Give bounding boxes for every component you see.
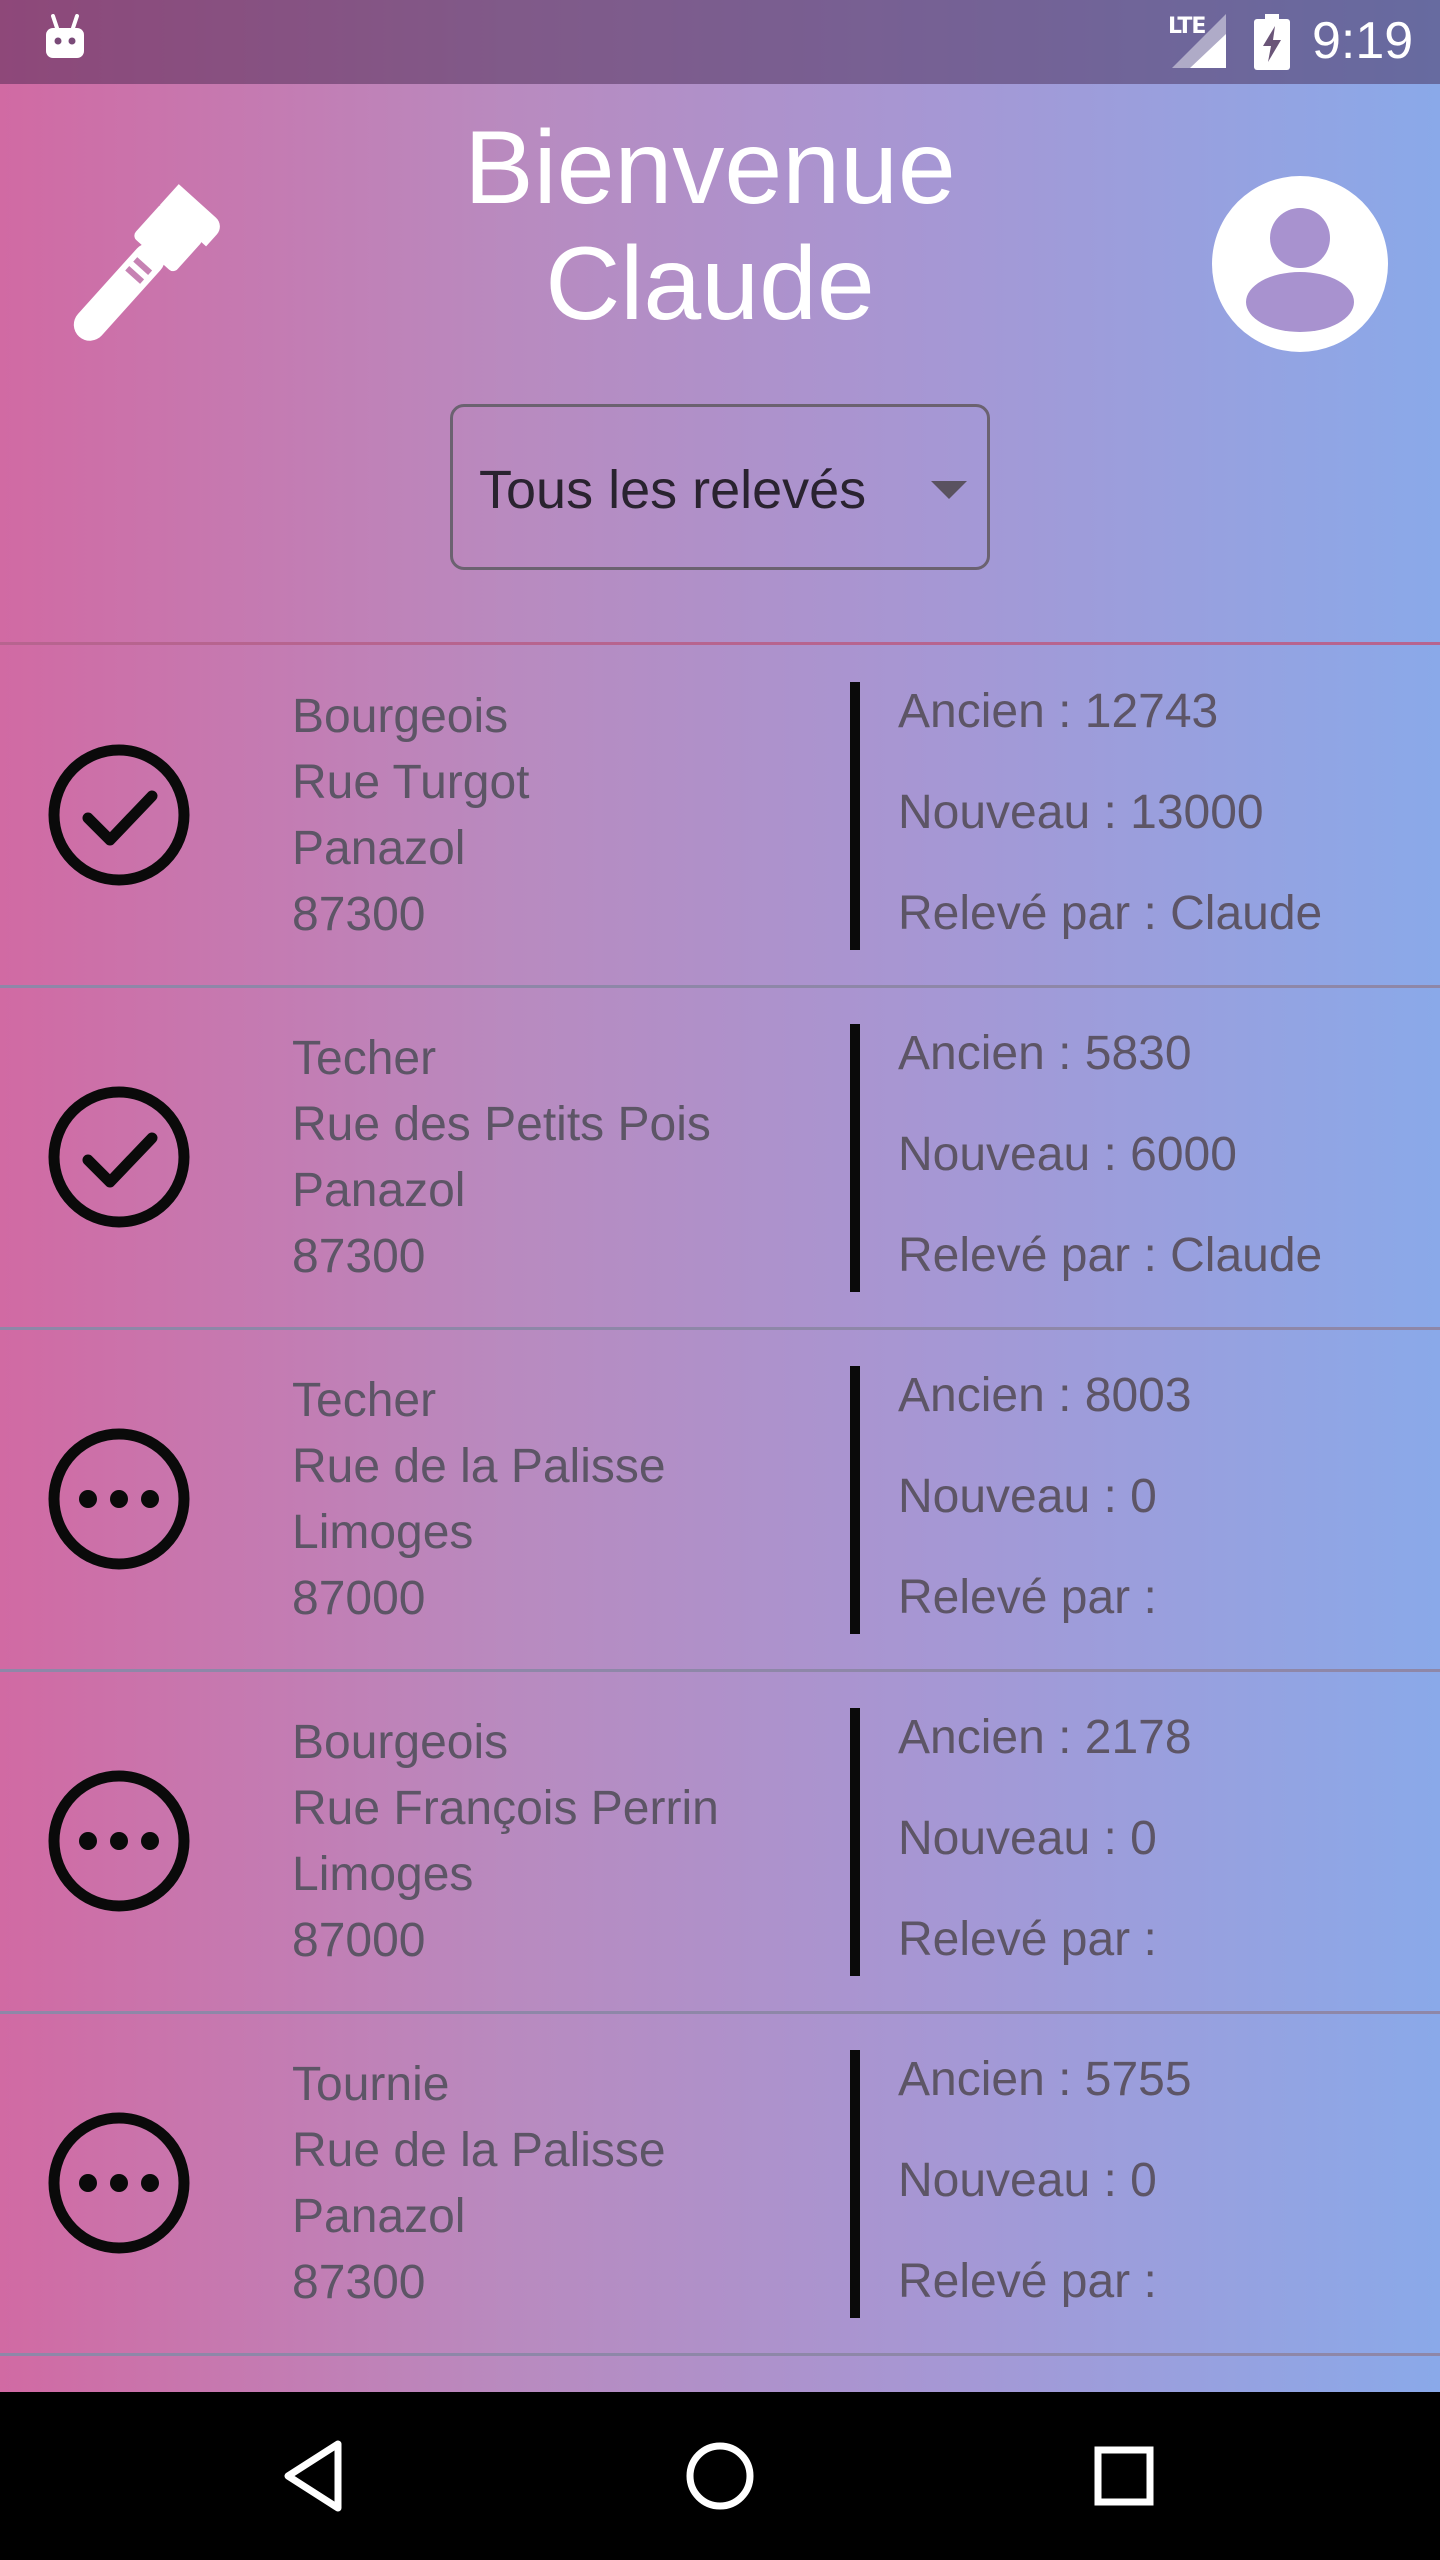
back-button[interactable]: [276, 2436, 356, 2516]
user-name: Claude: [545, 226, 875, 342]
recents-icon: [1094, 2446, 1154, 2506]
street: Rue François Perrin: [292, 1782, 719, 1835]
address-block: Bourgeois Rue Turgot Panazol 87300: [292, 684, 529, 948]
readings-block: Ancien : 12743 Nouveau : 13000 Relevé par …: [898, 682, 1322, 985]
old-reading: Ancien : 2178: [898, 1711, 1192, 1764]
postcode: 87300: [292, 888, 426, 941]
read-by: Relevé par :: [898, 1913, 1157, 1966]
postcode: 87000: [292, 1914, 426, 1967]
profile-button[interactable]: [1210, 174, 1390, 354]
new-reading: Nouveau : 0: [898, 2154, 1157, 2207]
address-block: Tournie Rue de la Palisse Panazol 87300: [292, 2052, 666, 2316]
header-divider: [0, 642, 1440, 645]
reading-row[interactable]: Bourgeois Rue François Perrin Limoges 87000…: [0, 1672, 1440, 2014]
new-reading: Nouveau : 0: [898, 1812, 1157, 1865]
postcode: 87300: [292, 2256, 426, 2309]
battery-charging-icon: [1254, 14, 1290, 70]
client-name: Bourgeois: [292, 1716, 509, 1769]
readings-filter-dropdown[interactable]: Tous les relevés: [450, 404, 990, 570]
readings-block: Ancien : 8003 Nouveau : 0 Relevé par :: [898, 1366, 1192, 1669]
city: Panazol: [292, 1164, 466, 1217]
reading-row-partial[interactable]: [0, 2356, 1440, 2392]
app-screen: LTE 9:19 Bienvenue Claude Tous les relev…: [0, 0, 1440, 2392]
readings-list[interactable]: Bourgeois Rue Turgot Panazol 87300 Ancien : …: [0, 646, 1440, 2392]
reading-row[interactable]: Techer Rue des Petits Pois Panazol 87300 Anc…: [0, 988, 1440, 1330]
street: Rue de la Palisse: [292, 2124, 666, 2177]
more-circle-icon: [48, 2112, 190, 2254]
new-reading: Nouveau : 0: [898, 1470, 1157, 1523]
old-reading: Ancien : 8003: [898, 1369, 1192, 1422]
wrench-icon: [73, 184, 220, 341]
reading-row[interactable]: Techer Rue de la Palisse Limoges 87000 Ancie…: [0, 1330, 1440, 1672]
home-button[interactable]: [680, 2436, 760, 2516]
back-icon: [284, 2440, 342, 2512]
client-name: Bourgeois: [292, 690, 509, 743]
check-circle-icon: [48, 744, 190, 886]
readings-block: Ancien : 2178 Nouveau : 0 Relevé par :: [898, 1708, 1192, 2011]
read-by: Relevé par : Claude: [898, 887, 1323, 940]
readings-block: Ancien : 5830 Nouveau : 6000 Relevé par : …: [898, 1024, 1322, 1327]
more-circle-icon: [48, 1770, 190, 1912]
home-icon: [686, 2442, 754, 2510]
system-nav-bar: [0, 2392, 1440, 2560]
city: Panazol: [292, 2190, 466, 2243]
filter-selected-value: Tous les relevés: [479, 460, 867, 520]
city: Panazol: [292, 822, 466, 875]
old-reading: Ancien : 5830: [898, 1027, 1192, 1080]
column-separator: [850, 2050, 860, 2318]
address-block: Techer Rue des Petits Pois Panazol 87300: [292, 1026, 711, 1290]
more-circle-icon: [48, 1428, 190, 1570]
reading-row[interactable]: Bourgeois Rue Turgot Panazol 87300 Ancien : …: [0, 646, 1440, 988]
street: Rue de la Palisse: [292, 1440, 666, 1493]
column-separator: [850, 1024, 860, 1292]
address-block: Bourgeois Rue François Perrin Limoges 87000: [292, 1710, 719, 1974]
postcode: 87300: [292, 1230, 426, 1283]
city: Limoges: [292, 1848, 474, 1901]
status-bar: LTE 9:19: [0, 0, 1440, 84]
new-reading: Nouveau : 13000: [898, 786, 1264, 839]
check-circle-icon: [48, 1086, 190, 1228]
signal-icon: [1172, 14, 1226, 68]
client-name: Techer: [292, 1032, 437, 1085]
android-icon: [46, 14, 84, 58]
recents-button[interactable]: [1084, 2436, 1164, 2516]
read-by: Relevé par :: [898, 1571, 1157, 1624]
new-reading: Nouveau : 6000: [898, 1128, 1237, 1181]
read-by: Relevé par : Claude: [898, 1229, 1323, 1282]
street: Rue des Petits Pois: [292, 1098, 711, 1151]
column-separator: [850, 682, 860, 950]
postcode: 87000: [292, 1572, 426, 1625]
clock: 9:19: [1312, 12, 1414, 70]
header: Bienvenue Claude Tous les relevés: [0, 84, 1440, 645]
dropdown-arrow-icon: [931, 481, 967, 499]
column-separator: [850, 1366, 860, 1634]
read-by: Relevé par :: [898, 2255, 1157, 2308]
reading-row[interactable]: Tournie Rue de la Palisse Panazol 87300 Anci…: [0, 2014, 1440, 2356]
client-name: Tournie: [292, 2058, 450, 2111]
account-circle-icon: [1212, 176, 1388, 352]
street: Rue Turgot: [292, 756, 530, 809]
welcome-title: Bienvenue: [464, 110, 956, 226]
city: Limoges: [292, 1506, 474, 1559]
readings-block: Ancien : 5755 Nouveau : 0 Relevé par :: [898, 2050, 1192, 2353]
column-separator: [850, 1708, 860, 1976]
client-name: Techer: [292, 1374, 437, 1427]
old-reading: Ancien : 12743: [898, 685, 1219, 738]
address-block: Techer Rue de la Palisse Limoges 87000: [292, 1368, 666, 1632]
old-reading: Ancien : 5755: [898, 2053, 1192, 2106]
